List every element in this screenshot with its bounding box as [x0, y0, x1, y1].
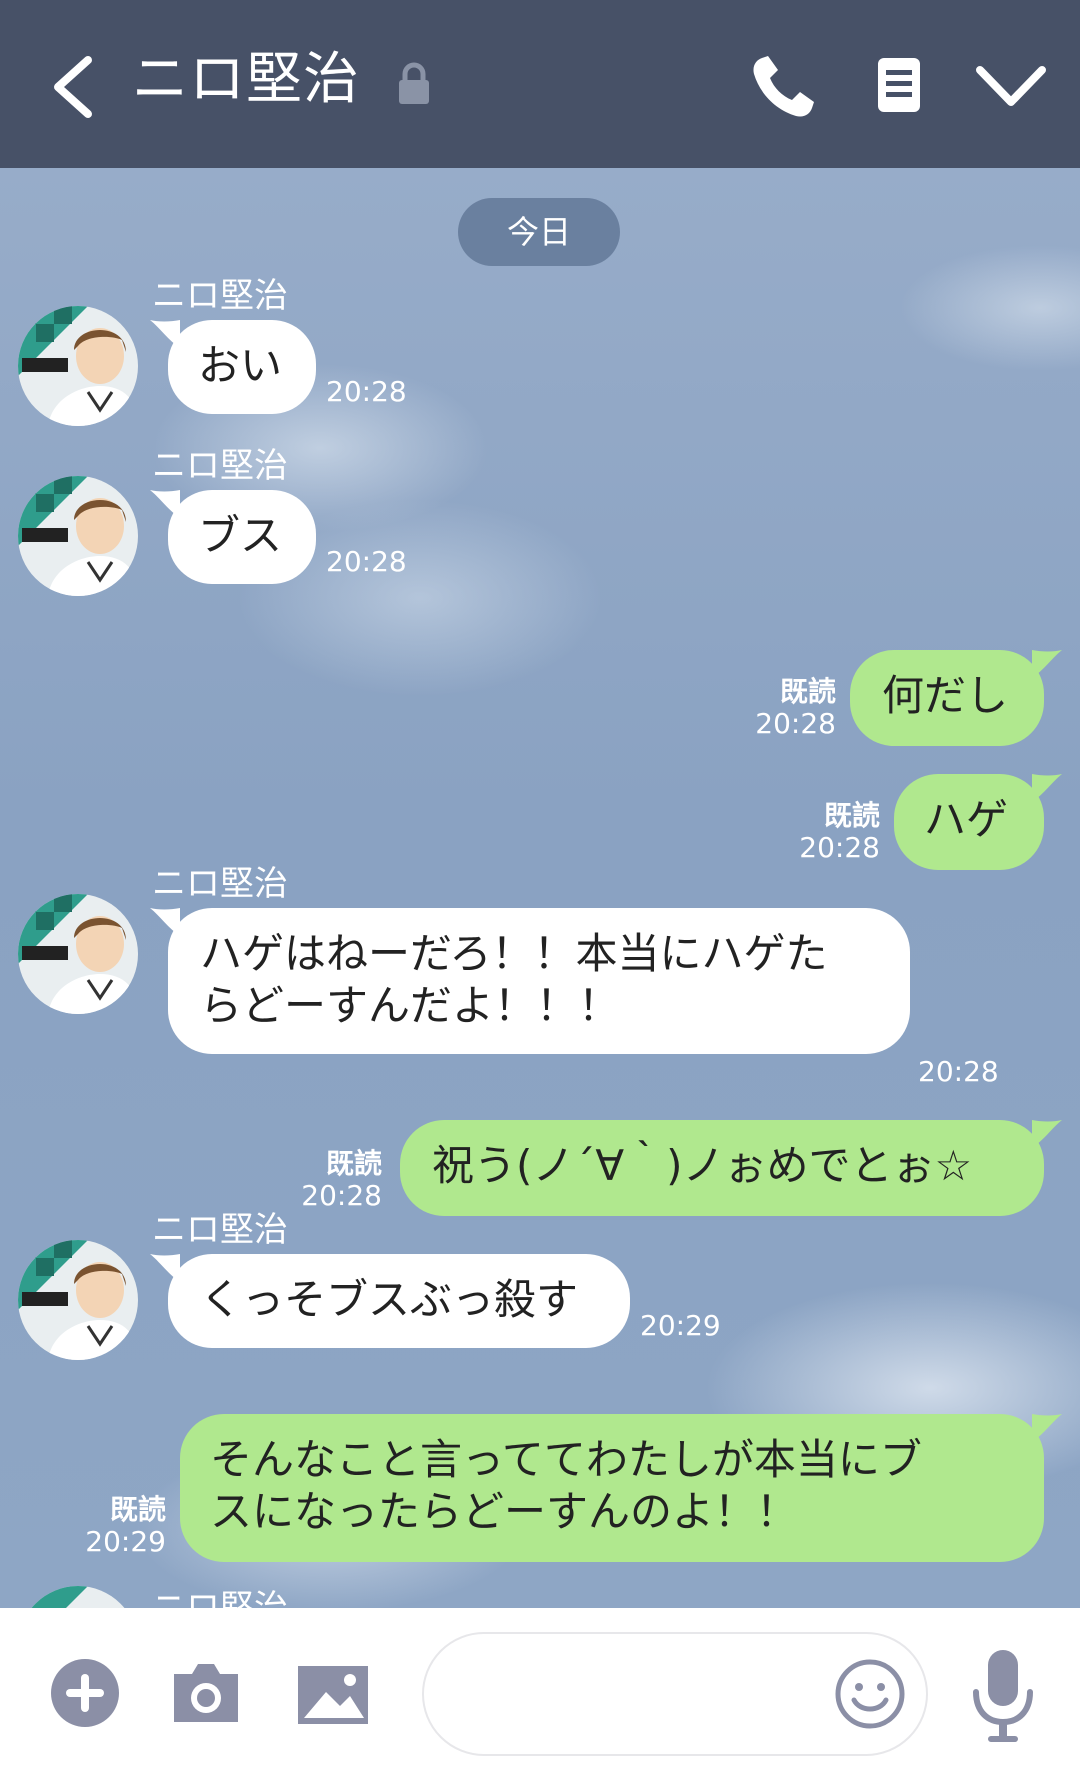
read-label: 既読	[325, 1147, 382, 1180]
sender-name: ニロ堅治	[152, 1588, 288, 1608]
input-bar	[0, 1608, 1080, 1776]
lock-icon	[399, 62, 429, 104]
emoji-icon[interactable]	[834, 1658, 906, 1730]
message-bubble[interactable]: ブス	[168, 490, 316, 584]
sender-name: ニロ堅治	[152, 446, 288, 486]
bubble-tail	[1032, 1414, 1062, 1442]
message-text: おい	[198, 341, 283, 390]
bubble-tail	[1032, 650, 1062, 678]
message-time: 20:28	[755, 707, 836, 740]
read-receipt: 既読 20:28	[740, 676, 836, 740]
read-label: 既読	[109, 1493, 166, 1526]
avatar[interactable]	[18, 1586, 138, 1608]
message-input[interactable]	[422, 1632, 928, 1756]
message-text-line: ハゲはねーだろ！！本当にハゲた	[200, 929, 828, 978]
chevron-down-icon[interactable]	[976, 52, 1046, 122]
chat-header: ニロ堅治	[0, 0, 1080, 168]
read-receipt: 既読 20:28	[286, 1148, 382, 1212]
message-bubble[interactable]: ハゲはねーだろ！！本当にハゲた らどーすんだよ！！！	[168, 908, 910, 1054]
message-time: 20:28	[799, 831, 880, 864]
bubble-tail	[1032, 1120, 1062, 1148]
avatar[interactable]	[18, 476, 138, 596]
message-text: ブス	[198, 511, 283, 560]
message-text: ハゲ	[924, 795, 1009, 844]
message-time: 20:28	[326, 375, 407, 408]
message-time: 20:28	[326, 545, 407, 578]
message-time: 20:28	[918, 1055, 999, 1088]
chat-area[interactable]: 今日 ニロ堅治 おい 20:28 ニロ堅治 ブス 20:28 既読 20:28 …	[0, 168, 1080, 1608]
message-text: 何だし	[882, 671, 1009, 720]
message-text-line: そんなこと言っててわたしが本当にブ	[210, 1435, 922, 1484]
message-bubble[interactable]: そんなこと言っててわたしが本当にブ スになったらどーすんのよ！！	[180, 1414, 1044, 1562]
read-label: 既読	[779, 675, 836, 708]
message-text-line: らどーすんだよ！！！	[200, 981, 621, 1030]
message-time: 20:28	[301, 1179, 382, 1212]
message-bubble[interactable]: 祝う(ノ´∀｀)ノぉめでとぉ☆	[400, 1120, 1044, 1216]
avatar[interactable]	[18, 894, 138, 1014]
read-receipt: 既読 20:28	[784, 800, 880, 864]
plus-icon[interactable]	[50, 1658, 120, 1728]
message-bubble[interactable]: くっそブスぶっ殺す	[168, 1254, 630, 1348]
camera-icon[interactable]	[170, 1660, 242, 1726]
read-receipt: 既読 20:29	[70, 1494, 166, 1558]
message-time: 20:29	[640, 1309, 721, 1342]
sender-name: ニロ堅治	[152, 276, 288, 316]
date-separator: 今日	[458, 198, 620, 266]
microphone-icon[interactable]	[968, 1648, 1038, 1744]
message-bubble[interactable]: おい	[168, 320, 316, 414]
image-icon[interactable]	[296, 1664, 370, 1726]
notes-icon[interactable]	[864, 52, 934, 122]
sender-name: ニロ堅治	[152, 1210, 288, 1250]
avatar[interactable]	[18, 1240, 138, 1360]
sender-name: ニロ堅治	[152, 864, 288, 904]
read-label: 既読	[823, 799, 880, 832]
chevron-left-icon[interactable]	[44, 52, 104, 122]
message-bubble[interactable]: ハゲ	[894, 774, 1044, 870]
message-text: 祝う(ノ´∀｀)ノぉめでとぉ☆	[432, 1141, 973, 1190]
message-text-line: スになったらどーすんのよ！！	[210, 1487, 799, 1536]
message-text: くっそブスぶっ殺す	[200, 1275, 579, 1324]
avatar[interactable]	[18, 306, 138, 426]
phone-icon[interactable]	[748, 52, 818, 122]
chat-title[interactable]: ニロ堅治	[132, 40, 360, 120]
bubble-tail	[1032, 774, 1062, 802]
message-bubble[interactable]: 何だし	[850, 650, 1044, 746]
message-time: 20:29	[85, 1525, 166, 1558]
